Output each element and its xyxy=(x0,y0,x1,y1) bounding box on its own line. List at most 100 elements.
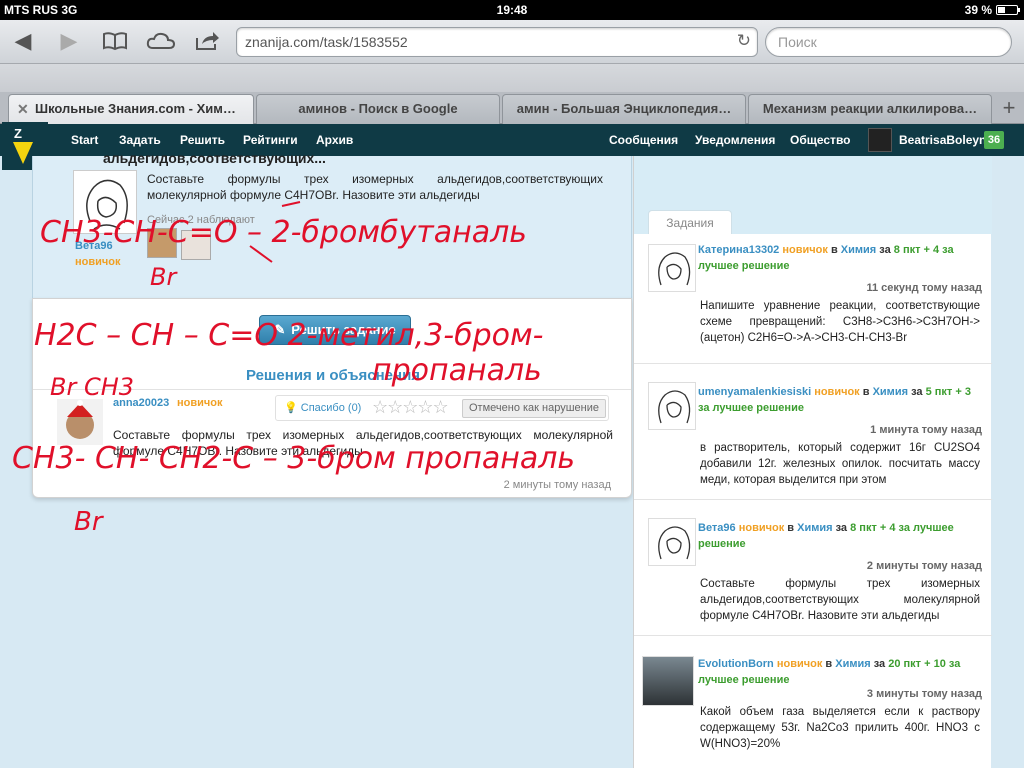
answerer-rank: новичок xyxy=(177,397,223,409)
report-button[interactable]: Отмечено как нарушение xyxy=(462,399,606,418)
task-subject[interactable]: Химия xyxy=(797,522,832,534)
close-tab-icon[interactable]: ✕ xyxy=(17,95,29,123)
logo-text: Z xyxy=(14,126,22,141)
status-bar: MTS RUS 3G 19:48 39 % xyxy=(0,0,1024,20)
task-for: за xyxy=(911,386,923,398)
asker-avatar[interactable] xyxy=(73,170,137,234)
tab-tasks[interactable]: Задания xyxy=(648,210,732,234)
task-header: umenyamalenkiesiski новичок в Химия за 5… xyxy=(698,384,982,416)
watcher-avatar[interactable] xyxy=(181,230,211,260)
bookmarks-icon[interactable] xyxy=(98,26,132,56)
url-text[interactable]: znanija.com/task/1583552 xyxy=(245,34,408,50)
task-in: в xyxy=(830,244,838,256)
thanks-button[interactable]: 💡 Спасибо (0) xyxy=(284,401,361,414)
solutions-panel: ✎ Решить задание Решения и объяснения ann… xyxy=(32,298,632,498)
task-header: EvolutionBorn новичок в Химия за 20 пкт … xyxy=(698,656,982,688)
address-bar[interactable]: znanija.com/task/1583552 ↻ xyxy=(236,27,758,57)
question-text: Составьте формулы трех изомерных альдеги… xyxy=(147,172,603,202)
answerer-name[interactable]: anna20023 xyxy=(113,397,169,409)
task-subject[interactable]: Химия xyxy=(873,386,908,398)
solve-task-label: Решить задание xyxy=(291,322,396,337)
asker-name[interactable]: Вета96 xyxy=(75,240,113,252)
answer-time: 2 минуты тому назад xyxy=(503,479,611,491)
nav-notifications[interactable]: Уведомления xyxy=(695,133,775,147)
answer-text: Составьте формулы трех изомерных альдеги… xyxy=(113,428,613,458)
cone-icon xyxy=(13,142,33,164)
task-header: Катерина13302 новичок в Химия за 8 пкт +… xyxy=(698,242,982,274)
answerer-avatar[interactable] xyxy=(57,399,103,445)
task-subject[interactable]: Химия xyxy=(835,658,870,670)
solve-task-button[interactable]: ✎ Решить задание xyxy=(259,315,411,345)
tab-google[interactable]: аминов - Поиск в Google xyxy=(256,94,500,124)
task-for: за xyxy=(879,244,891,256)
task-time: 11 секунд тому назад xyxy=(866,282,982,294)
pencil-icon: ✎ xyxy=(274,322,286,337)
question-title: альдегидов,соответствующих... xyxy=(103,150,326,166)
task-header: Вета96 новичок в Химия за 8 пкт + 4 за л… xyxy=(698,520,982,552)
task-rank: новичок xyxy=(814,386,860,398)
tasks-sidebar: Задания Катерина13302 новичок в Химия за… xyxy=(633,156,992,768)
task-text: в растворитель, который содержит 16г CU2… xyxy=(700,442,980,486)
nav-start[interactable]: Start xyxy=(71,133,98,147)
task-in: в xyxy=(787,522,795,534)
rating-stars[interactable]: ☆☆☆☆☆ xyxy=(372,397,449,418)
task-for: за xyxy=(835,522,848,534)
task-rank: новичок xyxy=(776,658,823,670)
points-badge: 36 xyxy=(984,131,1004,149)
forward-icon[interactable]: ▶ xyxy=(52,26,86,56)
task-item[interactable]: Вета96 новичок в Химия за 8 пкт + 4 за л… xyxy=(634,500,992,636)
divider xyxy=(33,389,631,390)
reload-icon[interactable]: ↻ xyxy=(737,31,751,51)
task-time: 3 минуты тому назад xyxy=(866,688,982,700)
thanks-label: Спасибо (0) xyxy=(300,402,362,414)
task-avatar[interactable] xyxy=(642,656,694,706)
task-user[interactable]: Катерина13302 xyxy=(698,244,779,256)
tab-label: Механизм реакции алкилирова… xyxy=(762,101,978,116)
task-avatar[interactable] xyxy=(648,244,696,292)
nav-messages[interactable]: Сообщения xyxy=(609,133,678,147)
watcher-avatar[interactable] xyxy=(147,228,177,258)
task-avatar[interactable] xyxy=(648,518,696,566)
nav-username[interactable]: BeatrisaBoleyn xyxy=(899,133,986,147)
nav-archive[interactable]: Архив xyxy=(316,133,353,147)
search-input[interactable]: Поиск xyxy=(765,27,1012,57)
nav-ask[interactable]: Задать xyxy=(119,133,161,147)
tab-alkylation[interactable]: Механизм реакции алкилирова… xyxy=(748,94,992,124)
task-item[interactable]: EvolutionBorn новичок в Химия за 20 пкт … xyxy=(634,636,992,768)
task-item[interactable]: Катерина13302 новичок в Химия за 8 пкт +… xyxy=(634,234,992,364)
tab-label: аминов - Поиск в Google xyxy=(298,101,458,116)
task-text: Какой объем газа выделяется если к раств… xyxy=(700,706,980,750)
ink-line-3-sub: Br xyxy=(74,507,105,537)
task-user[interactable]: EvolutionBorn xyxy=(698,658,774,670)
tab-label: Школьные Знания.com - Хим… xyxy=(35,101,236,116)
back-icon[interactable]: ◀ xyxy=(6,26,40,56)
task-rank: новичок xyxy=(782,244,828,256)
tab-label: амин - Большая Энциклопедия… xyxy=(516,101,732,116)
task-user[interactable]: umenyamalenkiesiski xyxy=(698,386,811,398)
cloud-icon[interactable] xyxy=(144,26,178,56)
nav-community[interactable]: Общество xyxy=(790,133,851,147)
task-time: 2 минуты тому назад xyxy=(866,560,982,572)
task-subject[interactable]: Химия xyxy=(841,244,876,256)
task-text: Напишите уравнение реакции, соответствую… xyxy=(700,300,980,344)
browser-toolbar: ◀ ▶ znanija.com/task/1583552 ↻ Поиск xyxy=(0,20,1024,64)
task-rank: новичок xyxy=(738,522,785,534)
share-icon[interactable] xyxy=(190,26,224,56)
tab-encyclopedia[interactable]: амин - Большая Энциклопедия… xyxy=(502,94,746,124)
task-text: Составьте формулы трех изомерных альдеги… xyxy=(700,578,980,622)
user-avatar[interactable] xyxy=(868,128,892,152)
new-tab-icon[interactable]: + xyxy=(998,95,1020,121)
task-item[interactable]: umenyamalenkiesiski новичок в Химия за 5… xyxy=(634,364,992,500)
task-user[interactable]: Вета96 xyxy=(698,522,736,534)
tab-znanija[interactable]: ✕ Школьные Знания.com - Хим… xyxy=(8,94,254,124)
task-for: за xyxy=(873,658,886,670)
battery-icon xyxy=(996,5,1020,15)
task-avatar[interactable] xyxy=(648,382,696,430)
task-time: 1 минута тому назад xyxy=(870,424,982,436)
asker-rank: новичок xyxy=(75,256,121,268)
task-in: в xyxy=(862,386,870,398)
nav-solve[interactable]: Решить xyxy=(180,133,225,147)
battery-percent: 39 % xyxy=(964,3,992,17)
nav-ratings[interactable]: Рейтинги xyxy=(243,133,298,147)
clock: 19:48 xyxy=(496,3,528,17)
